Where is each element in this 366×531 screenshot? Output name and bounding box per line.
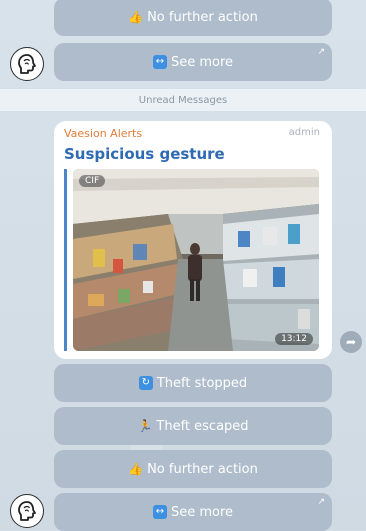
store-aisle-image [73,169,319,351]
admin-badge: admin [288,127,320,138]
alert-message-bubble[interactable]: Vaesion Alerts admin Suspicious gesture [54,121,332,359]
button-label: Theft stopped [156,375,248,391]
sender-name[interactable]: Vaesion Alerts [64,127,142,140]
button-label: Theft escaped [156,418,249,434]
thumbs-up-icon: 👍 [128,462,144,476]
thumbs-up-icon: 👍 [128,10,144,24]
share-arrow-icon[interactable]: ➦ [340,331,362,353]
external-link-icon: ↗ [317,47,325,57]
video-thumbnail[interactable]: CIF 13:12 [73,169,319,351]
unread-messages-separator: Unread Messages [0,89,366,111]
see-more-button-top[interactable]: ↔ See more ↗ [54,43,332,81]
head-silhouette-icon [18,54,36,74]
media-badge: CIF [79,175,106,187]
no-further-action-button-top[interactable]: 👍 No further action [54,0,332,36]
button-label: No further action [147,461,258,477]
button-label: No further action [147,9,258,25]
theft-escaped-button[interactable]: 🏃 Theft escaped [54,407,332,445]
running-person-icon: 🏃 [137,419,153,433]
message-title: Suspicious gesture [64,145,225,163]
left-right-arrow-icon: ↔ [152,505,167,519]
avatar[interactable] [10,47,44,81]
media-quote-block: CIF 13:12 [64,169,322,351]
media-duration: 13:12 [275,333,313,345]
left-right-arrow-icon: ↔ [152,55,167,69]
button-label: See more [170,504,234,520]
see-more-button[interactable]: ↔ See more ↗ [54,493,332,531]
repeat-icon: ↻ [138,376,153,390]
theft-stopped-button[interactable]: ↻ Theft stopped [54,364,332,402]
head-silhouette-icon [18,501,36,521]
button-label: See more [170,54,234,70]
avatar[interactable] [10,494,44,528]
no-further-action-button[interactable]: 👍 No further action [54,450,332,488]
external-link-icon: ↗ [317,497,325,507]
